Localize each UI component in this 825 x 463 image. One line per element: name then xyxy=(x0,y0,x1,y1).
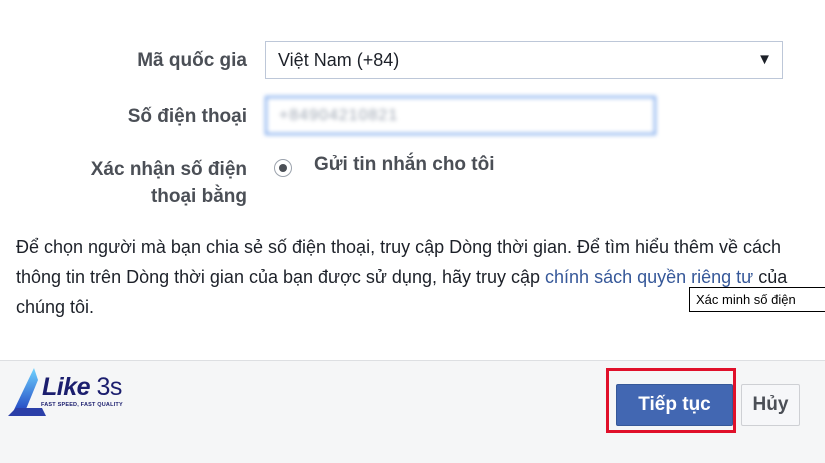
confirm-method-label: Xác nhận số điện thoại bằng xyxy=(40,156,247,210)
verify-phone-tooltip: Xác minh số điện xyxy=(689,287,825,312)
continue-button[interactable]: Tiếp tục xyxy=(616,384,733,426)
country-code-select[interactable]: Việt Nam (+84) ▼ xyxy=(265,41,783,79)
dropdown-arrow-icon[interactable]: ▼ xyxy=(757,51,772,68)
phone-number-input[interactable]: +84904210821 xyxy=(265,96,656,135)
country-code-value: Việt Nam (+84) xyxy=(278,50,400,70)
logo-wordmark: Like 3s xyxy=(42,373,122,401)
sms-radio-label[interactable]: Gửi tin nhắn cho tôi xyxy=(314,154,495,176)
privacy-policy-link[interactable]: chính sách quyền riêng tư xyxy=(545,267,753,287)
sms-radio-button[interactable] xyxy=(274,159,292,177)
phone-number-label: Số điện thoại xyxy=(127,106,247,127)
confirm-method-label-line1: Xác nhận số điện xyxy=(90,159,247,180)
cancel-button[interactable]: Hủy xyxy=(741,384,800,426)
logo-tagline: FAST SPEED, FAST QUALITY xyxy=(41,402,123,408)
confirm-method-label-line2: thoại bằng xyxy=(150,186,247,207)
country-code-label: Mã quốc gia xyxy=(137,50,247,71)
